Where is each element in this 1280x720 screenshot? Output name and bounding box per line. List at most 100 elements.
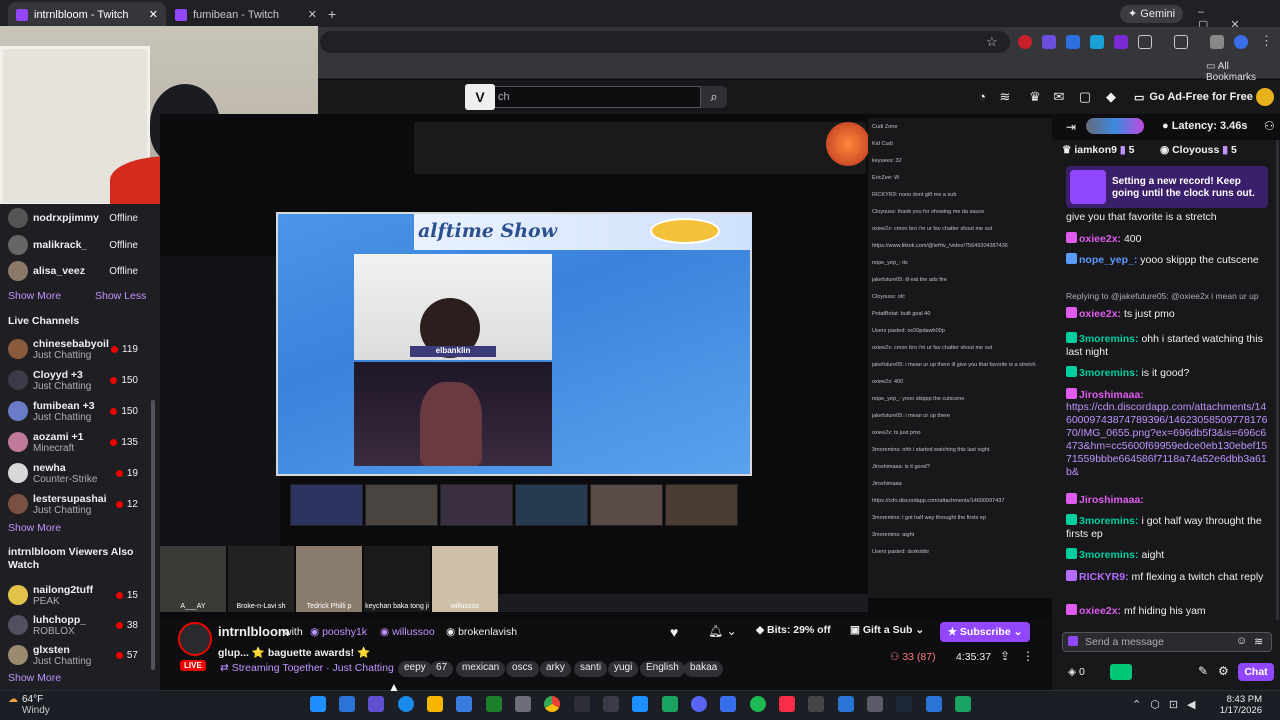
chat-username[interactable]: 3moremins: <box>1079 515 1139 527</box>
extension-icon[interactable] <box>1090 35 1104 49</box>
community-icon[interactable]: ⚇ <box>1264 119 1275 133</box>
app-icon[interactable] <box>838 696 854 712</box>
bits-cheer-icon[interactable]: ≋ <box>1254 635 1263 648</box>
steam-icon[interactable] <box>896 696 912 712</box>
sidebar-live-channel[interactable]: fumibean +3 Just Chatting 150 <box>0 396 160 426</box>
chat-badge-icon[interactable] <box>1068 636 1078 646</box>
chat-username[interactable]: oxiee2x: <box>1079 605 1121 617</box>
chat-username[interactable]: oxiee2x: <box>1079 233 1121 245</box>
subscribe-button[interactable]: ★ Subscribe ⌄ <box>940 622 1030 642</box>
emote-picker-icon[interactable]: ☺ <box>1236 635 1247 647</box>
user-avatar[interactable] <box>1256 88 1274 106</box>
collab-2[interactable]: ◉ willussoo <box>380 626 435 638</box>
extension-icon[interactable] <box>1042 35 1056 49</box>
show-more-link[interactable]: Show More <box>8 290 61 302</box>
sidebar-offline-channel[interactable]: malikrack_ Offline <box>0 231 160 259</box>
notification-bell-icon[interactable]: 🔔︎ ⌄ <box>708 624 737 638</box>
chat-username[interactable]: 3moremins: <box>1079 367 1139 379</box>
channel-points-claim-icon[interactable] <box>1110 664 1132 680</box>
extension-icon[interactable] <box>1018 35 1032 49</box>
settings-icon[interactable] <box>867 696 883 712</box>
gift-sub-button[interactable]: ▣ Gift a Sub ⌄ <box>850 624 924 636</box>
sidebar-scrollbar[interactable] <box>151 400 155 670</box>
show-more-link[interactable]: Show More <box>8 522 61 534</box>
chrome-icon[interactable] <box>544 696 560 712</box>
share-icon[interactable]: ⇪ <box>1000 649 1010 663</box>
app-icon[interactable] <box>808 696 824 712</box>
app-icon[interactable] <box>574 696 590 712</box>
collab-3[interactable]: ◉ brokenlavish <box>446 626 517 638</box>
bits-button[interactable]: ◆ Bits: 29% off <box>756 624 831 640</box>
stream-tag[interactable]: mexican <box>456 661 506 677</box>
streamer-name[interactable]: intrnlbloom <box>218 624 290 639</box>
hype-train-banner[interactable]: Setting a new record! Keep going until t… <box>1066 166 1268 208</box>
downloads-icon[interactable] <box>1210 35 1224 49</box>
notifications-icon[interactable]: ◔ <box>975 90 989 104</box>
show-more-link[interactable]: Show More <box>8 672 61 684</box>
stream-tag[interactable]: oscs <box>506 661 539 677</box>
app-icon[interactable] <box>632 696 648 712</box>
whispers-icon[interactable]: ▢ <box>1078 90 1092 104</box>
extension-nav-icon[interactable]: ≋ <box>998 90 1012 104</box>
stream-tag[interactable]: eepy <box>398 661 432 677</box>
epic-games-icon[interactable] <box>603 696 619 712</box>
browser-tab-2[interactable]: fumibean - Twitch ✕ <box>167 2 325 27</box>
app-icon[interactable] <box>955 696 971 712</box>
streamer-avatar[interactable] <box>178 622 212 656</box>
stream-tag[interactable]: santi <box>574 661 608 677</box>
chat-username[interactable]: nope_yep_: <box>1079 254 1137 266</box>
copilot-icon[interactable] <box>339 696 355 712</box>
sidebar-live-channel[interactable]: newha Counter-Strike 19 <box>0 458 160 488</box>
file-explorer-icon[interactable] <box>427 696 443 712</box>
xbox-icon[interactable] <box>486 696 502 712</box>
extensions-puzzle-icon[interactable] <box>1138 35 1152 49</box>
sidebar-offline-channel[interactable]: nodrxpjimmy Offline <box>0 204 160 232</box>
mail-icon[interactable] <box>456 696 472 712</box>
stream-tag[interactable]: arky <box>540 661 571 677</box>
sidebar-live-channel[interactable]: aozami +1 Minecraft 135 <box>0 427 160 457</box>
chat-username[interactable]: Jiroshimaaa: <box>1079 389 1144 401</box>
chat-scrollbar[interactable] <box>1276 140 1279 620</box>
search-button[interactable]: ⌕ <box>701 86 727 108</box>
chat-settings-gear-icon[interactable]: ⚙ <box>1218 664 1229 678</box>
inbox-icon[interactable]: ✉ <box>1052 90 1066 104</box>
extension-icon[interactable] <box>1066 35 1080 49</box>
sidepanel-icon[interactable] <box>1174 35 1188 49</box>
sidebar-recommended-channel[interactable]: nailong2tuff PEAK 15 <box>0 580 160 610</box>
app-icon[interactable] <box>926 696 942 712</box>
tab-close-icon[interactable]: ✕ <box>149 8 158 21</box>
stream-tag[interactable]: bakaa <box>684 661 724 677</box>
sidebar-live-channel[interactable]: Cloyyd +3 Just Chatting 150 <box>0 365 160 395</box>
search-input[interactable]: ch <box>465 86 701 108</box>
windows-start-icon[interactable] <box>310 696 326 712</box>
collapse-chat-icon[interactable]: ⇥ <box>1066 120 1076 134</box>
channel-points[interactable]: ◈ 0 <box>1068 666 1085 678</box>
browser-menu-icon[interactable]: ⋮ <box>1260 33 1273 49</box>
chat-send-button[interactable]: Chat <box>1238 663 1274 681</box>
chat-username[interactable]: RICKYR9: <box>1079 571 1129 583</box>
sidebar-live-channel[interactable]: chinesebabyoil Just Chatting 119 <box>0 334 160 364</box>
sidebar-recommended-channel[interactable]: glxsten Just Chatting 57 <box>0 640 160 670</box>
chat-link[interactable]: https://cdn.discordapp.com/attachments/1… <box>1066 401 1267 478</box>
stream-tag[interactable]: yugi <box>608 661 639 677</box>
tab-close-icon[interactable]: ✕ <box>308 8 317 21</box>
sidebar-live-channel[interactable]: lestersupashai Just Chatting 12 <box>0 489 160 519</box>
star-bookmark-icon[interactable]: ☆ <box>986 34 998 50</box>
top-chatter[interactable]: ♛ iamkon9 ▮ 5 <box>1062 144 1134 156</box>
browser-tab-1[interactable]: intrnlbloom - Twitch ✕ <box>8 2 166 27</box>
extension-icon[interactable] <box>1114 35 1128 49</box>
stream-tag[interactable]: 67 <box>430 661 454 677</box>
edge-icon[interactable] <box>398 696 414 712</box>
chat-username[interactable]: 3moremins: <box>1079 549 1139 561</box>
sidebar-recommended-channel[interactable]: luhchopp_ ROBLOX 38 <box>0 610 160 640</box>
weather-widget[interactable]: ☁ 64°F Windy <box>8 694 50 716</box>
more-options-icon[interactable]: ⋮ <box>1022 649 1034 663</box>
system-tray-icons[interactable]: ⌃⬡⊡◀ <box>1132 698 1205 711</box>
top-chatter[interactable]: ◉ Cloyouss ▮ 5 <box>1160 144 1237 156</box>
teams-icon[interactable] <box>368 696 384 712</box>
sidebar-offline-channel[interactable]: alisa_veez Offline <box>0 257 160 285</box>
spotify-icon[interactable] <box>750 696 766 712</box>
music-icon[interactable] <box>779 696 795 712</box>
clock[interactable]: 8:43 PM 1/17/2026 <box>1218 694 1262 716</box>
ad-free-button[interactable]: ▭ Go Ad-Free for Free <box>1134 88 1253 106</box>
